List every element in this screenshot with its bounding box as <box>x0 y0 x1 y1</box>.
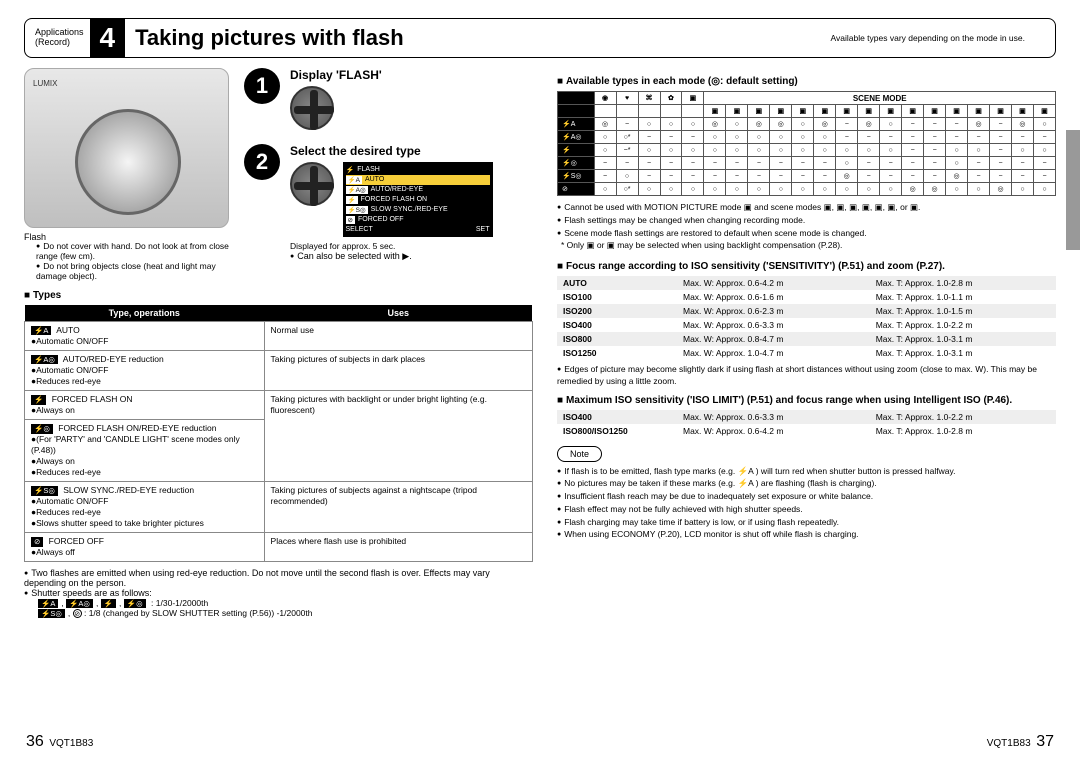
note-list: If flash is to be emitted, flash type ma… <box>557 466 1056 542</box>
footer-left: 36 VQT1B83 <box>26 733 93 751</box>
dpad-icon <box>290 86 334 130</box>
step-1-badge: 1 <box>244 68 280 104</box>
camera-illustration <box>24 68 229 228</box>
chapter-number: 4 <box>90 18 126 58</box>
page-title: Taking pictures with flash <box>135 25 515 51</box>
footer-right: VQT1B83 37 <box>987 733 1054 751</box>
step-2-title: Select the desired type <box>290 144 533 158</box>
note-label: Note <box>557 446 602 462</box>
step-1: 1 Display 'FLASH' <box>244 68 533 132</box>
step-2: 2 Select the desired type ⚡FLASH ⚡AAUTO … <box>244 144 533 262</box>
section-label: Applications(Record) <box>35 28 90 48</box>
maxiso-heading: Maximum ISO sensitivity ('ISO LIMIT') (P… <box>557 395 1056 406</box>
step-1-title: Display 'FLASH' <box>290 68 533 82</box>
focus-heading: Focus range according to ISO sensitivity… <box>557 261 1056 272</box>
page-header: Applications(Record) 4 Taking pictures w… <box>24 18 1056 58</box>
step-2-note: Displayed for approx. 5 sec. <box>290 241 533 251</box>
dpad-icon <box>290 162 334 206</box>
mode-grid: ◉♥⌘✿▣ SCENE MODE ▣▣▣▣▣▣▣▣▣▣▣▣▣▣▣▣ ⚡A◎−○○… <box>557 91 1056 196</box>
header-note: Available types vary depending on the mo… <box>830 33 1045 43</box>
types-heading: Types <box>24 290 533 301</box>
grid-notes: Cannot be used with MOTION PICTURE mode … <box>557 202 1056 239</box>
camera-warnings: Do not cover with hand. Do not look at f… <box>24 242 234 282</box>
iso-table: AUTOMax. W: Approx. 0.6-4.2 mMax. T: App… <box>557 276 1056 360</box>
step-2-badge: 2 <box>244 144 280 180</box>
types-table: Type, operationsUses ⚡A AUTO●Automatic O… <box>24 305 533 563</box>
avail-heading: Available types in each mode (◎: default… <box>557 76 1056 87</box>
iso-table-2: ISO400Max. W: Approx. 0.6-3.3 mMax. T: A… <box>557 410 1056 438</box>
menu-screenshot: ⚡FLASH ⚡AAUTO ⚡A◎AUTO/RED-EYE ⚡FORCED FL… <box>343 162 493 237</box>
types-footnotes: Two flashes are emitted when using red-e… <box>24 568 533 598</box>
thumb-tab <box>1066 130 1080 250</box>
